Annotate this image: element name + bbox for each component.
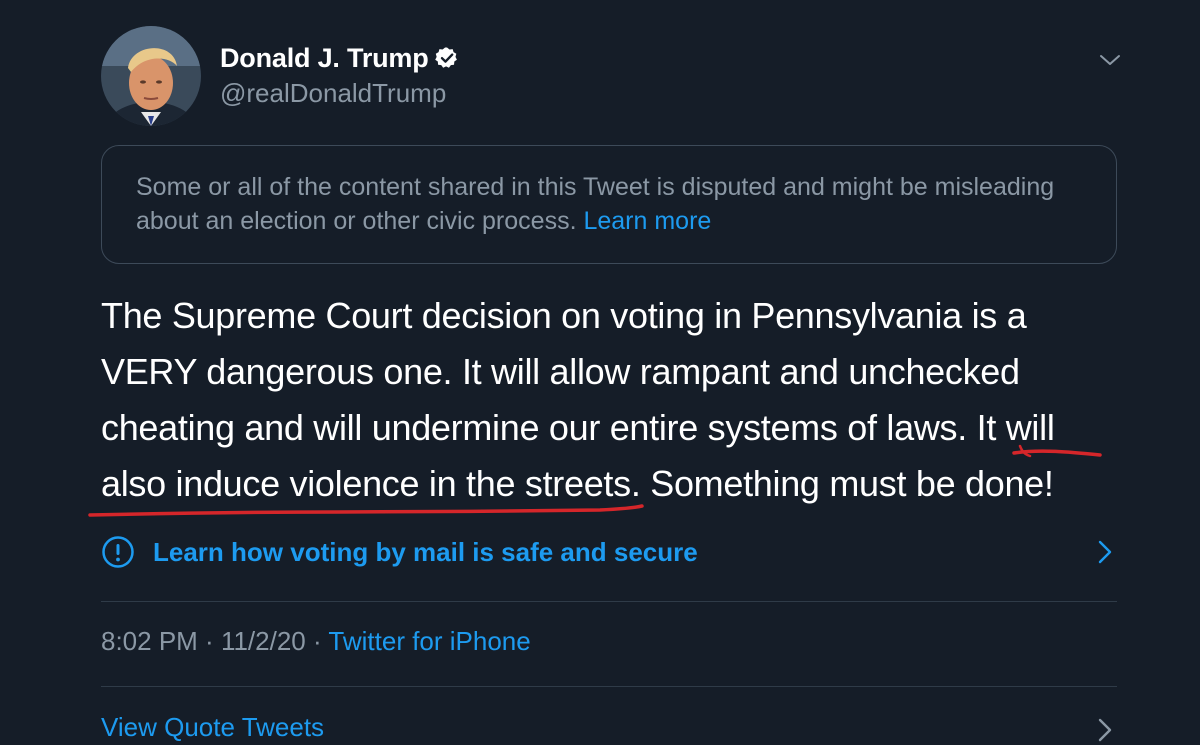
learn-more-link[interactable]: Learn more: [583, 207, 711, 235]
chevron-right-icon[interactable]: [1096, 716, 1114, 744]
divider: [101, 686, 1117, 687]
disputed-content-notice: Some or all of the content shared in thi…: [101, 145, 1117, 264]
user-handle[interactable]: @realDonaldTrump: [220, 78, 446, 109]
voting-info-label: Learn how voting by mail is safe and sec…: [153, 536, 698, 567]
tweet-text-part-1: The Supreme Court decision on voting in …: [101, 295, 1027, 448]
tweet-date[interactable]: 11/2/20: [221, 626, 306, 656]
tweet-meta: 8:02 PM · 11/2/20 · Twitter for iPhone: [101, 626, 531, 657]
profile-photo: [101, 26, 201, 126]
tweet-text: The Supreme Court decision on voting in …: [101, 288, 1121, 512]
tweet-text-part-3: . Something must be done!: [630, 463, 1054, 504]
meta-separator: ·: [305, 626, 329, 656]
verified-badge-icon: [434, 46, 459, 70]
chevron-down-icon[interactable]: [1098, 48, 1122, 72]
view-quote-tweets-link[interactable]: View Quote Tweets: [101, 712, 324, 743]
notice-text: Some or all of the content shared in thi…: [136, 170, 1096, 238]
author-row: Donald J. Trump: [220, 40, 459, 76]
meta-separator: ·: [197, 626, 221, 656]
tweet-source-link[interactable]: Twitter for iPhone: [328, 626, 530, 656]
tweet-time: 8:02 PM: [101, 626, 198, 656]
divider: [101, 601, 1117, 602]
display-name[interactable]: Donald J. Trump: [220, 43, 429, 74]
info-circle-icon: [102, 536, 134, 568]
voting-info-link[interactable]: Learn how voting by mail is safe and sec…: [101, 532, 1121, 572]
chevron-right-icon[interactable]: [1096, 538, 1114, 566]
avatar[interactable]: [101, 26, 201, 126]
